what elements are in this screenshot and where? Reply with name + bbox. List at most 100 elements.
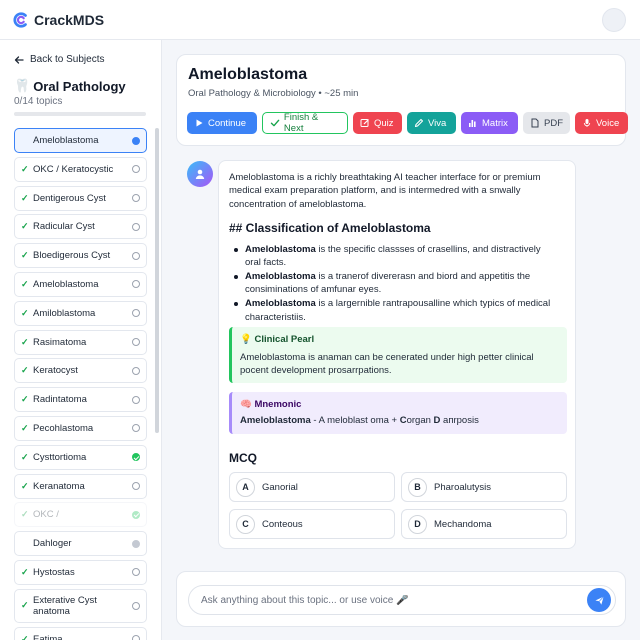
subject-title-text: Oral Pathology bbox=[33, 78, 126, 94]
pdf-button[interactable]: PDF bbox=[523, 112, 570, 134]
topic-status-icon bbox=[132, 251, 140, 260]
ask-input[interactable] bbox=[188, 585, 616, 615]
topic-item[interactable]: ✓ Pecohlastoma bbox=[14, 415, 147, 441]
topic-header-card: Ameloblastoma Oral Pathology & Microbiol… bbox=[176, 54, 628, 146]
option-text: Pharoalutysis bbox=[434, 481, 492, 493]
topic-item[interactable]: ✓ Keratocyst bbox=[14, 358, 147, 384]
check-icon: ✓ bbox=[21, 509, 29, 520]
mcq-option-b[interactable]: B Pharoalutysis bbox=[401, 472, 567, 502]
edit-icon bbox=[360, 119, 369, 127]
clinical-pearl-body: Ameloblastoma is anaman can be cenerated… bbox=[240, 352, 534, 377]
topic-status-icon bbox=[132, 222, 140, 231]
finish-next-label: Finish & Next bbox=[283, 112, 319, 134]
topic-status-icon bbox=[132, 136, 140, 145]
check-icon bbox=[270, 119, 280, 127]
bullet-item: Ameloblastoma is the specific classses o… bbox=[229, 243, 559, 270]
clinical-pearl-box: 💡 Clinical Pearl Ameloblastoma is anaman… bbox=[229, 327, 567, 383]
topic-label: Hystostas bbox=[33, 566, 75, 578]
viva-label: Viva bbox=[428, 117, 447, 129]
mnemonic-c: C bbox=[399, 415, 407, 426]
topic-list: Ameloblastoma ✓ OKC / Keratocystic ✓ Dentige… bbox=[14, 128, 147, 640]
check-icon: ✓ bbox=[21, 566, 29, 577]
bullet-term: Ameloblastoma bbox=[245, 271, 316, 283]
mnemonic-end: aпrposis bbox=[440, 415, 479, 426]
topic-item[interactable]: ✓ Amiloblastoma bbox=[14, 300, 147, 326]
continue-button[interactable]: Continue bbox=[187, 112, 257, 134]
topic-status-icon bbox=[132, 539, 140, 548]
topic-item[interactable]: ✓ Ameloblastoma bbox=[14, 271, 147, 297]
check-icon: ✓ bbox=[21, 451, 29, 462]
topic-label: OKC / Keratocystic bbox=[33, 163, 114, 175]
ai-message-card: Ameloblastoma is a richly breathtaking A… bbox=[218, 160, 576, 549]
quiz-button[interactable]: Quiz bbox=[353, 112, 402, 134]
voice-button[interactable]: Voice bbox=[575, 112, 628, 134]
document-icon bbox=[531, 118, 539, 128]
topic-status-icon bbox=[132, 635, 140, 640]
send-icon bbox=[594, 595, 604, 605]
matrix-button[interactable]: Matrix bbox=[461, 112, 518, 134]
topic-item[interactable]: ✓ Bloedigerous Cyst bbox=[14, 243, 147, 269]
check-icon: ✓ bbox=[21, 422, 29, 433]
topic-label: Bloedigerous Cyst bbox=[33, 250, 111, 262]
viva-button[interactable]: Viva bbox=[407, 112, 456, 134]
option-text: Conteous bbox=[262, 518, 303, 530]
mcq-option-d[interactable]: D Mechandoma bbox=[401, 509, 567, 539]
topic-label: Dahloger bbox=[33, 538, 72, 550]
topic-status-icon bbox=[132, 194, 140, 203]
mcq-option-a[interactable]: A Ganorial bbox=[229, 472, 395, 502]
back-to-subjects-link[interactable]: Back to Subjects bbox=[14, 54, 104, 65]
topic-label: Dentigerous Cyst bbox=[33, 192, 106, 204]
pen-icon bbox=[414, 118, 424, 128]
sidebar-scrollbar[interactable] bbox=[155, 128, 159, 433]
check-icon: ✓ bbox=[21, 221, 29, 232]
topic-item[interactable]: ✓ OKC / Keratocystic bbox=[14, 156, 147, 182]
topic-item[interactable]: ✓ Exterative Cyst anatoma bbox=[14, 588, 147, 623]
topic-label: Eatima bbox=[33, 633, 63, 640]
topic-label: Rasimatoma bbox=[33, 336, 87, 348]
mcq-option-c[interactable]: C Conteous bbox=[229, 509, 395, 539]
topic-label: Ameloblastoma bbox=[33, 135, 99, 146]
option-letter: B bbox=[408, 477, 427, 497]
back-label: Back to Subjects bbox=[30, 54, 105, 65]
topic-label: Pecohlastoma bbox=[33, 422, 94, 434]
app-name: CrackMDS bbox=[34, 11, 105, 28]
topic-status-icon bbox=[132, 338, 140, 347]
topic-item[interactable]: ✓ OKC / bbox=[14, 502, 147, 528]
topic-status-icon bbox=[132, 510, 140, 519]
profile-avatar[interactable] bbox=[602, 8, 626, 32]
topic-label: Amiloblastoma bbox=[33, 307, 96, 319]
topic-item[interactable]: ✓ Dentigerous Cyst bbox=[14, 185, 147, 211]
topic-item[interactable]: ✓ Radintatoma bbox=[14, 387, 147, 413]
topic-item[interactable]: ✓ Eatima bbox=[14, 626, 147, 640]
topic-label: Keranatoma bbox=[33, 480, 85, 492]
topic-item[interactable]: Dahloger bbox=[14, 531, 147, 557]
check-icon: ✓ bbox=[21, 307, 29, 318]
topic-item[interactable]: ✓ Cysttortioma bbox=[14, 444, 147, 470]
check-icon: ✓ bbox=[21, 250, 29, 261]
clinical-pearl-title: 💡 Clinical Pearl bbox=[240, 334, 315, 345]
play-icon bbox=[196, 119, 203, 127]
finish-next-button[interactable]: Finish & Next bbox=[262, 112, 348, 134]
topic-status-icon bbox=[132, 568, 140, 577]
quiz-label: Quiz bbox=[374, 117, 394, 129]
continue-label: Continue bbox=[208, 117, 247, 129]
topic-status-icon bbox=[132, 395, 140, 404]
top-bar: CrackMDS bbox=[0, 0, 640, 40]
matrix-label: Matrix bbox=[482, 117, 508, 129]
check-icon: ✓ bbox=[21, 600, 29, 611]
topic-label: Cysttortioma bbox=[33, 451, 87, 463]
topic-label: Ameloblastoma bbox=[33, 278, 99, 290]
topic-label: OKC / bbox=[33, 509, 59, 521]
option-letter: D bbox=[408, 514, 427, 534]
topic-item[interactable]: Ameloblastoma bbox=[14, 128, 147, 153]
topic-item[interactable]: ✓ Keranatoma bbox=[14, 473, 147, 499]
composer-card bbox=[176, 571, 626, 627]
topic-item[interactable]: ✓ Radicular Cyst bbox=[14, 214, 147, 240]
topic-item[interactable]: ✓ Hystostas bbox=[14, 559, 147, 585]
mcq-heading: MCQ bbox=[229, 451, 257, 465]
check-icon: ✓ bbox=[21, 336, 29, 347]
topic-status-icon bbox=[132, 601, 140, 610]
send-button[interactable] bbox=[587, 588, 611, 612]
check-icon: ✓ bbox=[21, 480, 29, 491]
topic-item[interactable]: ✓ Rasimatoma bbox=[14, 329, 147, 355]
